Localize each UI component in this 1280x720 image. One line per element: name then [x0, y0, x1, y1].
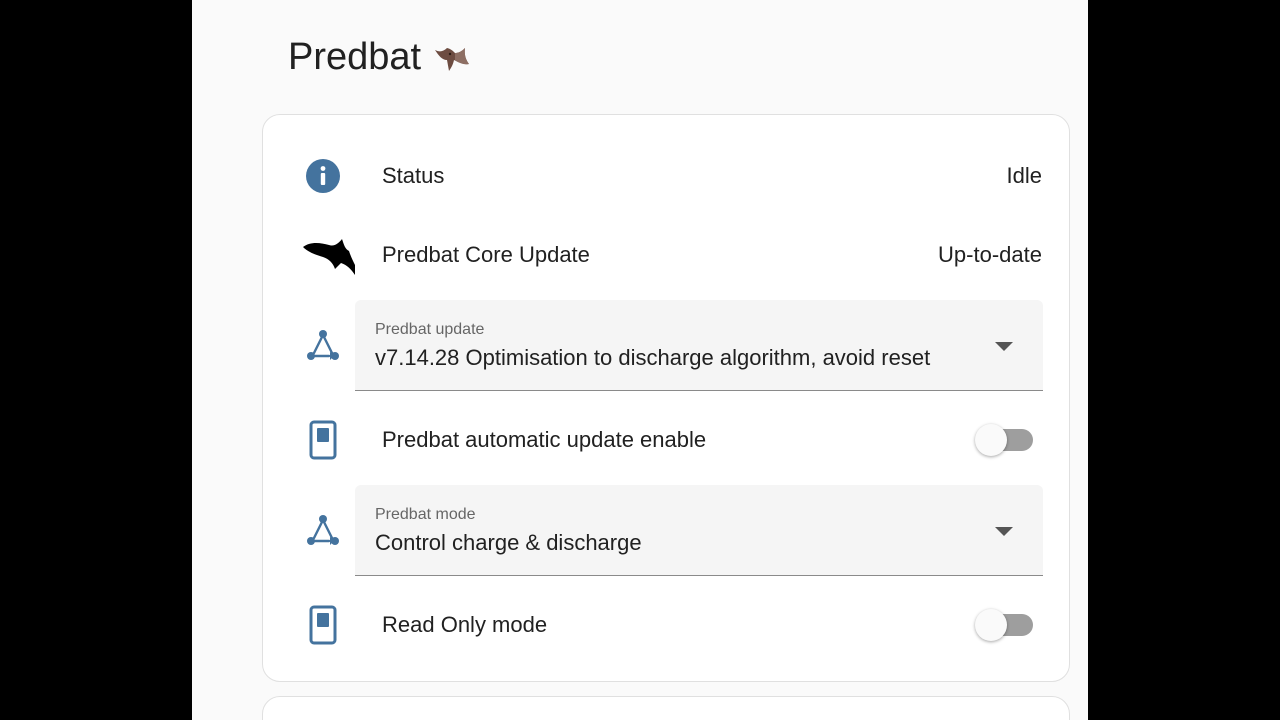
read-only-toggle-thumb [975, 609, 1007, 641]
predbat-update-select-label: Predbat update [375, 321, 485, 338]
entities-card: Status Idle Predbat Core Update Up-to-da… [262, 114, 1070, 682]
switch-icon [301, 418, 345, 462]
info-circle-icon [301, 154, 345, 198]
read-only-label: Read Only mode [382, 612, 548, 637]
read-only-toggle[interactable] [975, 608, 1033, 642]
read-only-row[interactable]: Read Only mode [263, 600, 1069, 650]
format-list-icon [301, 324, 345, 368]
bat-silhouette-icon [301, 233, 357, 277]
status-value: Idle [1006, 163, 1042, 188]
core-update-value: Up-to-date [938, 242, 1042, 267]
page-title-text: Predbat [288, 36, 422, 78]
core-update-row[interactable]: Predbat Core Update Up-to-date [263, 230, 1069, 280]
auto-update-row[interactable]: Predbat automatic update enable [263, 415, 1069, 465]
dashboard-page: Predbat Status Idle Predbat Core Update … [192, 0, 1088, 720]
predbat-mode-select-value: Control charge & discharge [375, 530, 642, 555]
bat-emoji-icon [433, 38, 473, 78]
predbat-mode-select[interactable]: Predbat mode Control charge & discharge [355, 485, 1043, 576]
predbat-update-select-value: v7.14.28 Optimisation to discharge algor… [375, 345, 931, 370]
chevron-down-icon[interactable] [995, 527, 1013, 536]
status-label: Status [382, 163, 445, 188]
status-row[interactable]: Status Idle [263, 151, 1069, 201]
predbat-mode-select-label: Predbat mode [375, 506, 476, 523]
predbat-update-row: Predbat update v7.14.28 Optimisation to … [263, 300, 1069, 392]
predbat-mode-row: Predbat mode Control charge & discharge [263, 485, 1069, 577]
next-card [262, 696, 1070, 720]
auto-update-toggle[interactable] [975, 423, 1033, 457]
core-update-label: Predbat Core Update [382, 242, 590, 267]
switch-icon [301, 603, 345, 647]
page-title: Predbat [288, 36, 473, 79]
auto-update-toggle-thumb [975, 424, 1007, 456]
auto-update-label: Predbat automatic update enable [382, 427, 707, 452]
predbat-update-select[interactable]: Predbat update v7.14.28 Optimisation to … [355, 300, 1043, 391]
chevron-down-icon[interactable] [995, 342, 1013, 351]
format-list-icon [301, 509, 345, 553]
